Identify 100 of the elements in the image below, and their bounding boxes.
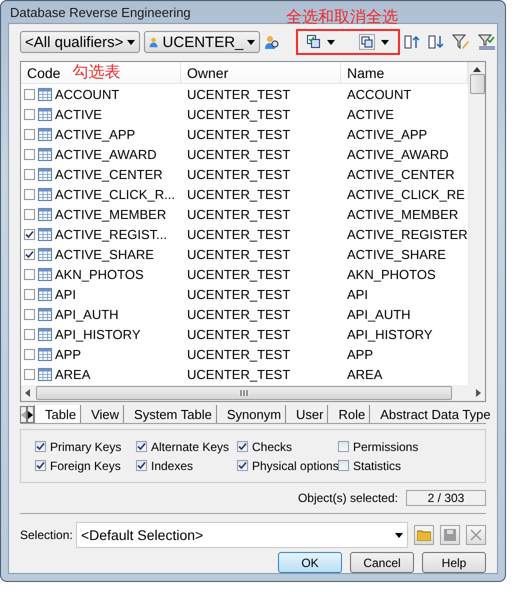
table-cell: ACTIVE_AWARD bbox=[55, 146, 157, 162]
table-cell: ACTIVE_CLICK_R... bbox=[55, 186, 175, 202]
table-cell: UCENTER_TEST bbox=[187, 306, 290, 322]
table-cell: API bbox=[55, 286, 76, 302]
save-button[interactable] bbox=[440, 525, 460, 545]
owner-dropdown[interactable]: UCENTER_ bbox=[144, 31, 260, 53]
table-cell: UCENTER_TEST bbox=[187, 246, 290, 262]
row-checkbox[interactable] bbox=[24, 368, 35, 380]
column-header[interactable]: Owner bbox=[181, 62, 341, 83]
sort-up-icon[interactable] bbox=[404, 34, 420, 50]
table-cell: UCENTER_TEST bbox=[187, 106, 290, 122]
table-icon bbox=[38, 148, 52, 160]
tab[interactable]: Table bbox=[34, 405, 80, 423]
column-header[interactable]: Name bbox=[341, 62, 468, 83]
column-header[interactable]: Code 勾选表 bbox=[21, 62, 181, 83]
check-icon bbox=[137, 461, 146, 470]
table-cell: ACTIVE_REGIST... bbox=[55, 226, 167, 242]
dialog-button[interactable]: OK bbox=[278, 552, 342, 573]
option-checkbox[interactable]: Alternate Keys bbox=[136, 440, 237, 454]
count-field: 2 / 303 bbox=[406, 490, 486, 506]
option-checkbox[interactable]: Statistics bbox=[338, 458, 485, 472]
table-cell: UCENTER_TEST bbox=[187, 346, 290, 362]
check-icon bbox=[137, 442, 146, 451]
sort-down-icon[interactable] bbox=[428, 34, 444, 50]
option-checkbox[interactable]: Indexes bbox=[136, 458, 237, 472]
delete-button[interactable] bbox=[466, 525, 486, 545]
row-checkbox[interactable] bbox=[24, 188, 35, 200]
table-cell: API_HISTORY bbox=[55, 326, 140, 342]
table-cell: API_AUTH bbox=[347, 306, 411, 322]
scroll-right-button[interactable] bbox=[27, 406, 34, 423]
row-checkbox[interactable] bbox=[24, 288, 35, 300]
table-cell: UCENTER_TEST bbox=[187, 286, 290, 302]
row-checkbox[interactable] bbox=[24, 88, 35, 100]
scroll-up-icon[interactable] bbox=[473, 67, 481, 72]
folder-button[interactable] bbox=[414, 525, 434, 545]
option-checkbox[interactable]: Permissions bbox=[338, 440, 485, 454]
table-icon bbox=[38, 108, 52, 120]
table-cell: ACTIVE_APP bbox=[347, 126, 428, 142]
row-checkbox[interactable] bbox=[24, 308, 35, 320]
table-icon bbox=[38, 88, 52, 100]
vertical-scrollbar[interactable] bbox=[468, 62, 485, 385]
table-cell: UCENTER_TEST bbox=[187, 126, 290, 142]
option-checkbox[interactable]: Foreign Keys bbox=[35, 458, 136, 472]
row-checkbox[interactable] bbox=[24, 248, 35, 260]
table-cell: API_AUTH bbox=[55, 306, 119, 322]
filter-edit-icon[interactable] bbox=[452, 34, 470, 50]
caret-icon bbox=[381, 40, 390, 44]
row-checkbox[interactable] bbox=[24, 328, 35, 340]
table-cell: ACTIVE_CENTER bbox=[55, 166, 163, 182]
row-checkbox[interactable] bbox=[24, 168, 35, 180]
scroll-left-icon[interactable] bbox=[25, 389, 30, 397]
annotation-text: 勾选表 bbox=[72, 62, 120, 83]
row-checkbox[interactable] bbox=[24, 228, 35, 240]
table-icon bbox=[38, 308, 52, 320]
row-checkbox[interactable] bbox=[24, 108, 35, 120]
table-cell: APP bbox=[347, 346, 374, 362]
dialog-button[interactable]: Cancel bbox=[350, 552, 414, 573]
scroll-right-icon[interactable] bbox=[476, 389, 481, 397]
selection-dropdown[interactable]: <Default Selection> bbox=[76, 522, 408, 548]
scroll-thumb[interactable] bbox=[470, 74, 484, 94]
close-icon bbox=[470, 529, 482, 541]
table-cell: ACCOUNT bbox=[55, 86, 120, 102]
table-cell: ACTIVE_REGISTER bbox=[347, 226, 468, 242]
row-checkbox[interactable] bbox=[24, 268, 35, 280]
caret-icon bbox=[327, 40, 336, 44]
table-icon bbox=[38, 168, 52, 180]
table-cell: UCENTER_TEST bbox=[187, 366, 290, 382]
table-cell: ACTIVE_CLICK_RE bbox=[347, 186, 465, 202]
option-checkbox[interactable]: Checks bbox=[237, 440, 338, 454]
option-checkbox[interactable]: Primary Keys bbox=[35, 440, 136, 454]
row-checkbox[interactable] bbox=[24, 128, 35, 140]
dialog-button[interactable]: Help bbox=[422, 552, 486, 573]
user-search-icon[interactable] bbox=[264, 34, 280, 50]
table-icon bbox=[38, 288, 52, 300]
table-cell: ACTIVE_APP bbox=[55, 126, 136, 142]
table-cell: ACTIVE_SHARE bbox=[347, 246, 446, 262]
count-label: Object(s) selected: bbox=[298, 491, 398, 505]
row-checkbox[interactable] bbox=[24, 208, 35, 220]
scroll-left-button[interactable] bbox=[20, 406, 27, 423]
horizontal-scrollbar[interactable] bbox=[21, 385, 485, 401]
select-all-icon[interactable] bbox=[307, 35, 322, 49]
window-title: Database Reverse Engineering bbox=[10, 4, 191, 20]
option-checkbox[interactable]: Physical options bbox=[237, 458, 338, 472]
table-cell: ACTIVE_CENTER bbox=[347, 166, 455, 182]
check-icon bbox=[25, 250, 34, 258]
qualifier-dropdown[interactable]: <All qualifiers> bbox=[20, 31, 140, 53]
table-icon bbox=[38, 208, 52, 220]
row-checkbox[interactable] bbox=[24, 148, 35, 160]
filter-check-icon[interactable] bbox=[478, 34, 496, 50]
table-cell: ACTIVE bbox=[55, 106, 102, 122]
table-cell: UCENTER_TEST bbox=[187, 186, 290, 202]
row-checkbox[interactable] bbox=[24, 348, 35, 360]
table-cell: ACCOUNT bbox=[347, 86, 412, 102]
selection-label: Selection: bbox=[20, 528, 70, 542]
table-cell: AKN_PHOTOS bbox=[55, 266, 144, 282]
table-cell: AREA bbox=[55, 366, 90, 382]
table-cell: APP bbox=[55, 346, 82, 362]
deselect-all-icon[interactable] bbox=[359, 34, 376, 50]
table-icon bbox=[38, 248, 52, 260]
table-cell: UCENTER_TEST bbox=[187, 166, 290, 182]
